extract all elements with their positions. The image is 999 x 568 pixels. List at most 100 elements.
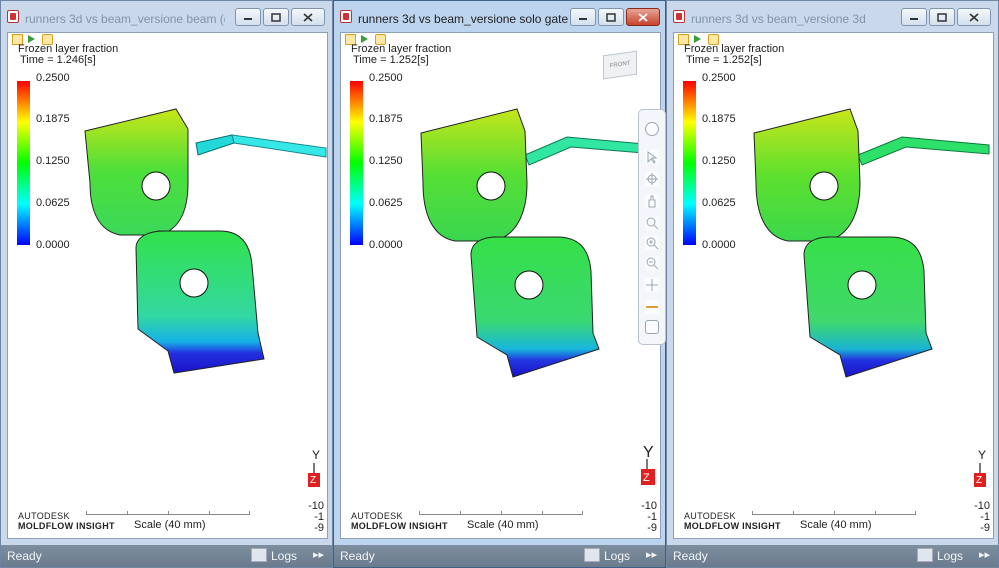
window-title: runners 3d vs beam_versione beam (caro..… xyxy=(25,12,225,26)
minimize-button[interactable] xyxy=(570,8,596,26)
title-bar[interactable]: runners 3d vs beam_versione 3d xyxy=(667,1,998,33)
axis-triad: Y Z xyxy=(974,448,986,487)
part-model-render[interactable] xyxy=(674,33,995,540)
lower-hole xyxy=(514,270,544,300)
lower-part xyxy=(803,236,933,378)
close-button[interactable] xyxy=(957,8,991,26)
navigation-bar[interactable] xyxy=(638,109,666,345)
expand-arrow-icon[interactable]: ▸▸ xyxy=(646,548,657,561)
window-title: runners 3d vs beam_versione 3d xyxy=(691,12,866,26)
minimize-button[interactable] xyxy=(901,8,927,26)
maximize-icon xyxy=(271,12,281,22)
close-button[interactable] xyxy=(626,8,660,26)
part-model-render[interactable] xyxy=(8,33,329,540)
scale-label: Scale (40 mm) xyxy=(800,519,872,531)
zoom-extents-icon[interactable] xyxy=(645,256,659,270)
expand-arrow-icon[interactable]: ▸▸ xyxy=(979,548,990,561)
status-bar: Ready Logs ▸▸ xyxy=(334,545,665,567)
product-label: MOLDFLOW INSIGHT xyxy=(684,521,781,531)
product-label: MOLDFLOW INSIGHT xyxy=(351,521,448,531)
close-icon xyxy=(638,12,648,22)
viewport[interactable]: Frozen layer fraction Time = 1.252[s] 0.… xyxy=(673,32,994,539)
lower-part xyxy=(470,236,600,378)
logs-button[interactable]: Logs xyxy=(937,549,963,563)
status-text: Ready xyxy=(673,549,708,563)
moldflow-app-icon xyxy=(7,10,19,23)
moldflow-app-icon xyxy=(340,10,352,23)
runner-beam xyxy=(857,136,990,166)
brand-label: AUTODESK xyxy=(18,511,70,521)
scale-label: Scale (40 mm) xyxy=(467,519,539,531)
select-icon[interactable] xyxy=(645,150,659,164)
section-plane-icon[interactable] xyxy=(645,300,659,314)
zoom-window-icon[interactable] xyxy=(645,216,659,230)
title-bar[interactable]: runners 3d vs beam_versione beam (caro..… xyxy=(1,1,332,33)
runner-beam xyxy=(231,134,327,158)
zoom-in-icon[interactable] xyxy=(645,236,659,250)
close-icon xyxy=(969,12,979,22)
minimize-icon xyxy=(910,18,918,20)
lower-part xyxy=(135,230,265,374)
viewport[interactable]: Frozen layer fraction Time = 1.246[s] 0.… xyxy=(7,32,328,539)
upper-hole xyxy=(809,171,839,201)
axis-value: -9 xyxy=(314,522,324,534)
part-model-render[interactable] xyxy=(341,33,662,540)
window-title: runners 3d vs beam_versione solo gate in… xyxy=(358,12,568,26)
minimize-icon xyxy=(579,18,587,20)
center-icon[interactable] xyxy=(645,278,659,292)
moldflow-app-icon xyxy=(673,10,685,23)
brand-label: AUTODESK xyxy=(351,511,403,521)
status-bar: Ready Logs ▸▸ xyxy=(1,545,332,567)
product-label: MOLDFLOW INSIGHT xyxy=(18,521,115,531)
runner-beam xyxy=(524,136,657,166)
status-bar: Ready Logs ▸▸ xyxy=(667,545,998,567)
logs-button[interactable]: Logs xyxy=(271,549,297,563)
logs-button[interactable]: Logs xyxy=(604,549,630,563)
logs-icon[interactable] xyxy=(917,548,933,562)
minimize-button[interactable] xyxy=(235,8,261,26)
logs-icon[interactable] xyxy=(251,548,267,562)
scale-bar xyxy=(86,511,250,515)
pan-icon[interactable] xyxy=(645,194,659,208)
upper-part xyxy=(753,108,861,242)
maximize-button[interactable] xyxy=(263,8,289,26)
brand-label: AUTODESK xyxy=(684,511,736,521)
axis-value: -9 xyxy=(980,522,990,534)
orbit-icon[interactable] xyxy=(645,172,659,186)
logs-icon[interactable] xyxy=(584,548,600,562)
viewport[interactable]: Frozen layer fraction Time = 1.252[s] 0.… xyxy=(340,32,666,540)
model-window-3[interactable]: runners 3d vs beam_versione 3d Frozen la… xyxy=(666,0,999,568)
upper-hole xyxy=(141,171,171,201)
close-icon xyxy=(303,12,313,22)
status-text: Ready xyxy=(7,549,42,563)
title-bar[interactable]: runners 3d vs beam_versione solo gate in… xyxy=(334,1,665,33)
upper-part xyxy=(84,108,189,236)
model-window-1[interactable]: runners 3d vs beam_versione beam (caro..… xyxy=(0,0,333,568)
z-axis-label: Z xyxy=(976,475,982,486)
z-axis-label: Z xyxy=(310,475,316,486)
expand-arrow-icon[interactable]: ▸▸ xyxy=(313,548,324,561)
model-window-2[interactable]: runners 3d vs beam_versione solo gate in… xyxy=(333,0,666,568)
y-axis-label: Y xyxy=(643,444,654,461)
calendar-icon[interactable] xyxy=(645,320,659,334)
y-axis-label: Y xyxy=(978,448,986,462)
axis-value: -9 xyxy=(647,522,657,534)
scale-bar xyxy=(419,511,583,515)
maximize-button[interactable] xyxy=(929,8,955,26)
maximize-icon xyxy=(937,12,947,22)
maximize-icon xyxy=(606,12,616,22)
steering-wheel-icon[interactable] xyxy=(645,122,659,136)
upper-hole xyxy=(476,171,506,201)
scale-bar xyxy=(752,511,916,515)
lower-hole xyxy=(847,270,877,300)
close-button[interactable] xyxy=(291,8,325,26)
scale-label: Scale (40 mm) xyxy=(134,519,206,531)
runner xyxy=(195,134,235,156)
upper-part xyxy=(420,108,528,242)
y-axis-label: Y xyxy=(312,448,320,462)
minimize-icon xyxy=(244,18,252,20)
z-axis-label: Z xyxy=(643,472,650,484)
maximize-button[interactable] xyxy=(598,8,624,26)
lower-hole xyxy=(179,268,209,298)
status-text: Ready xyxy=(340,549,375,563)
